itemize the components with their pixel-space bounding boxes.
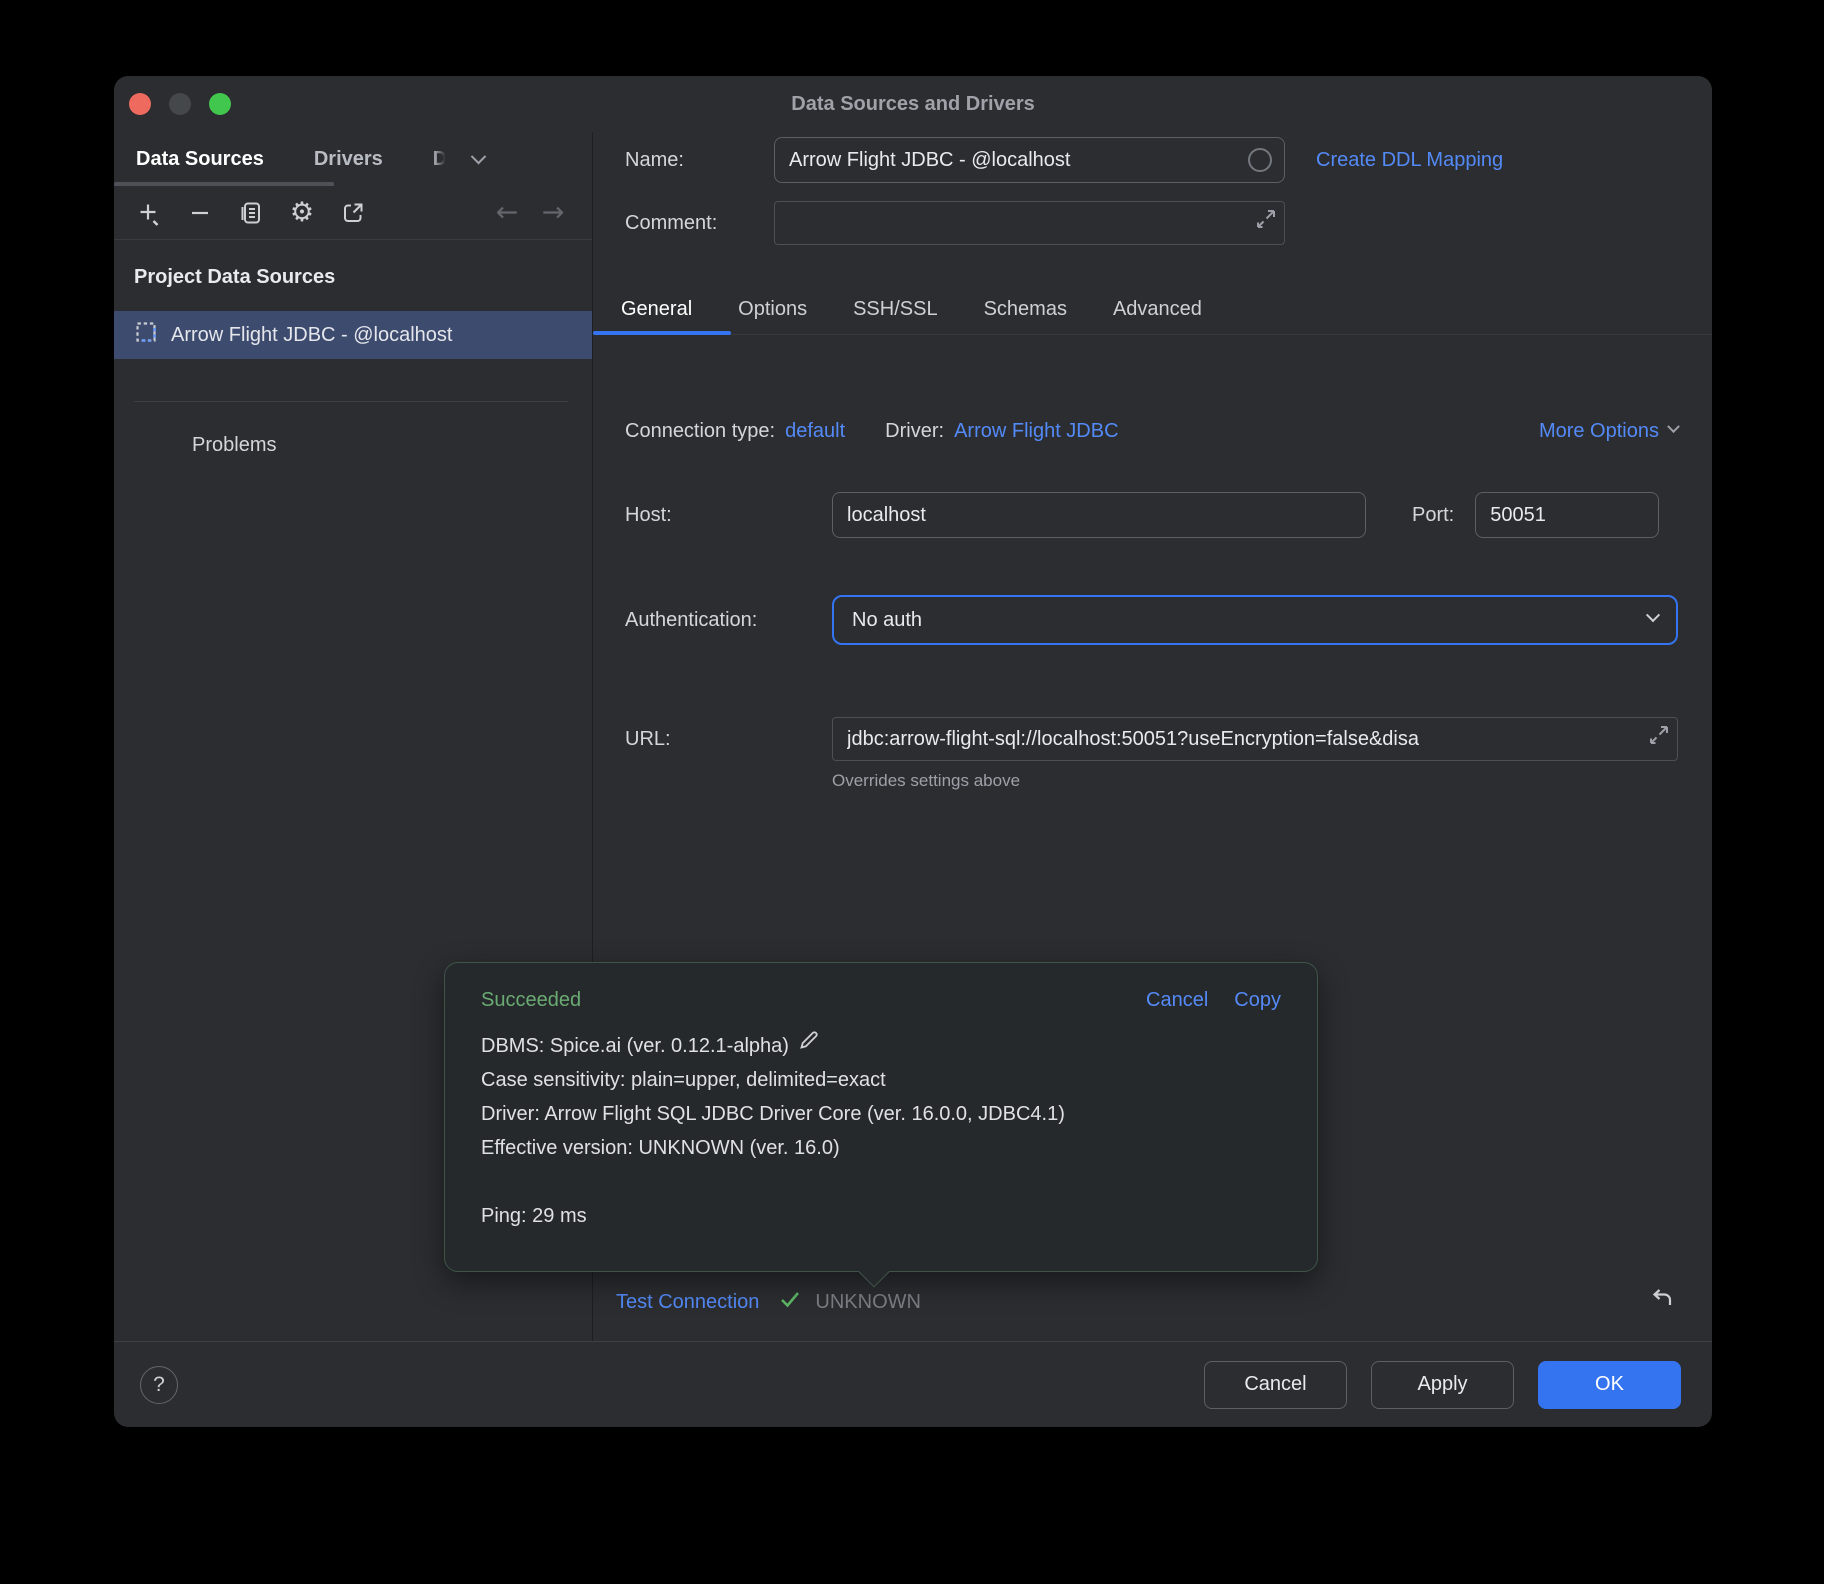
popup-driver-line: Driver: Arrow Flight SQL JDBC Driver Cor… bbox=[481, 1097, 1281, 1131]
name-value: Arrow Flight JDBC - @localhost bbox=[789, 149, 1070, 172]
duplicate-icon[interactable] bbox=[238, 200, 264, 226]
tab-advanced[interactable]: Advanced bbox=[1113, 298, 1202, 321]
dialog-footer: ? Cancel Apply OK bbox=[114, 1341, 1712, 1427]
authentication-value: No auth bbox=[852, 609, 922, 632]
sidebar-toolbar: ⚙ ← → bbox=[114, 186, 592, 240]
test-connection-link[interactable]: Test Connection bbox=[616, 1291, 759, 1314]
connection-type-value[interactable]: default bbox=[785, 420, 845, 443]
popup-version-line: Effective version: UNKNOWN (ver. 16.0) bbox=[481, 1131, 1281, 1165]
active-settings-tab-underline bbox=[593, 331, 731, 335]
popup-ping-line: Ping: 29 ms bbox=[481, 1199, 1281, 1233]
tab-general[interactable]: General bbox=[621, 298, 692, 321]
host-value: localhost bbox=[847, 504, 926, 527]
authentication-select[interactable]: No auth bbox=[832, 595, 1678, 645]
authentication-label: Authentication: bbox=[625, 609, 832, 632]
connection-type-label: Connection type: bbox=[625, 420, 775, 443]
add-icon[interactable] bbox=[136, 200, 162, 226]
url-input[interactable]: jdbc:arrow-flight-sql://localhost:50051?… bbox=[832, 717, 1678, 761]
tab-drivers[interactable]: Drivers bbox=[314, 148, 383, 171]
popup-cancel-link[interactable]: Cancel bbox=[1146, 989, 1208, 1012]
expand-icon[interactable] bbox=[1252, 207, 1278, 239]
gear-icon[interactable]: ⚙ bbox=[289, 200, 315, 226]
name-label: Name: bbox=[625, 149, 774, 172]
apply-button[interactable]: Apply bbox=[1371, 1361, 1514, 1409]
more-options-link[interactable]: More Options bbox=[1539, 420, 1678, 443]
chevron-down-icon bbox=[1646, 608, 1660, 622]
data-source-icon bbox=[134, 320, 158, 350]
ok-button[interactable]: OK bbox=[1538, 1361, 1681, 1409]
test-result-status: UNKNOWN bbox=[815, 1291, 921, 1314]
url-caption: Overrides settings above bbox=[625, 771, 1678, 791]
data-source-item-label: Arrow Flight JDBC - @localhost bbox=[171, 324, 452, 347]
window-title: Data Sources and Drivers bbox=[114, 76, 1712, 132]
titlebar: Data Sources and Drivers bbox=[114, 76, 1712, 132]
tab-data-sources[interactable]: Data Sources bbox=[136, 148, 264, 171]
url-label: URL: bbox=[625, 728, 832, 751]
forward-icon[interactable]: → bbox=[540, 200, 566, 226]
popup-status: Succeeded bbox=[481, 989, 581, 1012]
popup-copy-link[interactable]: Copy bbox=[1234, 989, 1281, 1012]
tab-ssh-ssl[interactable]: SSH/SSL bbox=[853, 298, 937, 321]
port-label: Port: bbox=[1412, 504, 1454, 527]
problems-item[interactable]: Problems bbox=[114, 434, 592, 457]
test-connection-row: Test Connection UNKNOWN bbox=[593, 1277, 1712, 1341]
remove-icon[interactable] bbox=[187, 200, 213, 226]
tab-overflow-truncated[interactable]: D bbox=[433, 148, 447, 171]
port-value: 50051 bbox=[1490, 504, 1546, 527]
check-icon bbox=[777, 1286, 803, 1318]
chevron-down-icon bbox=[1667, 420, 1680, 433]
sidebar-divider bbox=[134, 401, 568, 402]
undo-icon[interactable] bbox=[1648, 1285, 1676, 1319]
host-input[interactable]: localhost bbox=[832, 492, 1366, 538]
more-options-label: More Options bbox=[1539, 420, 1659, 443]
tab-options[interactable]: Options bbox=[738, 298, 807, 321]
name-spinner-icon bbox=[1248, 148, 1272, 172]
driver-label: Driver: bbox=[885, 420, 944, 443]
data-sources-dialog: Data Sources and Drivers Data Sources Dr… bbox=[114, 76, 1712, 1427]
popup-dbms-line: DBMS: Spice.ai (ver. 0.12.1-alpha) bbox=[481, 1029, 789, 1063]
export-icon[interactable] bbox=[340, 200, 366, 226]
create-ddl-mapping-link[interactable]: Create DDL Mapping bbox=[1316, 149, 1503, 172]
tab-schemas[interactable]: Schemas bbox=[984, 298, 1067, 321]
test-connection-popup: Succeeded Cancel Copy DBMS: Spice.ai (ve… bbox=[444, 962, 1318, 1272]
driver-value-link[interactable]: Arrow Flight JDBC bbox=[954, 420, 1118, 443]
help-icon[interactable]: ? bbox=[140, 1366, 178, 1404]
data-source-item[interactable]: Arrow Flight JDBC - @localhost bbox=[114, 311, 592, 359]
comment-input[interactable] bbox=[774, 201, 1285, 245]
name-input[interactable]: Arrow Flight JDBC - @localhost bbox=[774, 137, 1285, 183]
port-input[interactable]: 50051 bbox=[1475, 492, 1659, 538]
chevron-down-icon[interactable] bbox=[471, 148, 487, 164]
edit-pencil-icon[interactable] bbox=[797, 1028, 821, 1063]
cancel-button[interactable]: Cancel bbox=[1204, 1361, 1347, 1409]
host-label: Host: bbox=[625, 504, 832, 527]
active-tab-underline bbox=[114, 182, 334, 186]
url-value: jdbc:arrow-flight-sql://localhost:50051?… bbox=[847, 728, 1419, 751]
back-icon[interactable]: ← bbox=[494, 200, 520, 226]
popup-case-line: Case sensitivity: plain=upper, delimited… bbox=[481, 1063, 1281, 1097]
expand-icon[interactable] bbox=[1645, 723, 1671, 755]
settings-tabs: General Options SSH/SSL Schemas Advanced bbox=[593, 285, 1712, 335]
project-data-sources-heading: Project Data Sources bbox=[114, 266, 592, 289]
comment-label: Comment: bbox=[625, 212, 774, 235]
